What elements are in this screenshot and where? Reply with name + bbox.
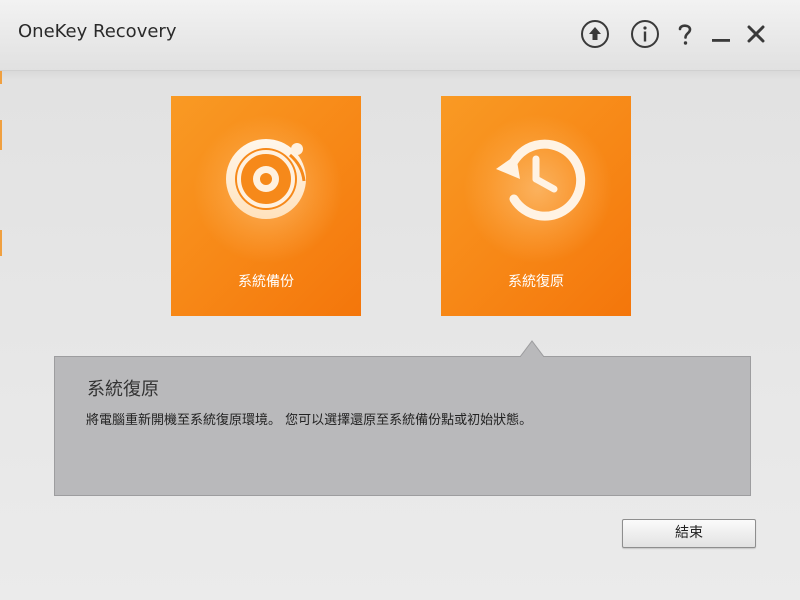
restore-clock-icon [496, 139, 586, 221]
info-button[interactable] [630, 19, 660, 49]
description-panel: 系統復原 將電腦重新開機至系統復原環境。 您可以選擇還原至系統備份點或初始狀態。 [54, 356, 751, 496]
description-body: 將電腦重新開機至系統復原環境。 您可以選擇還原至系統備份點或初始狀態。 [86, 413, 533, 428]
close-icon [747, 25, 765, 43]
tile-label: 系統備份 [238, 274, 294, 290]
exit-button[interactable]: 結束 [622, 519, 756, 548]
close-button[interactable] [741, 19, 771, 49]
minimize-button[interactable] [706, 19, 736, 49]
system-backup-tile[interactable]: 系統備份 [171, 96, 361, 316]
system-restore-tile[interactable]: 系統復原 [441, 96, 631, 316]
help-button[interactable] [670, 19, 700, 49]
upload-icon [581, 20, 609, 48]
description-title: 系統復原 [87, 379, 159, 400]
help-icon [678, 24, 692, 45]
info-icon [631, 20, 659, 48]
onekey-recovery-window: OneKey Recovery 系統備份 系統復原 系統復原 將電腦重新開機至系… [0, 0, 800, 600]
tile-label: 系統復原 [508, 274, 564, 290]
left-edge-accent [0, 120, 2, 150]
backup-disc-icon [226, 139, 306, 219]
description-pointer [520, 340, 544, 357]
title-bar[interactable]: OneKey Recovery [0, 0, 800, 71]
minimize-icon [712, 39, 730, 42]
upload-button[interactable] [580, 19, 610, 49]
app-title: OneKey Recovery [18, 21, 177, 42]
left-edge-accent [0, 230, 2, 256]
